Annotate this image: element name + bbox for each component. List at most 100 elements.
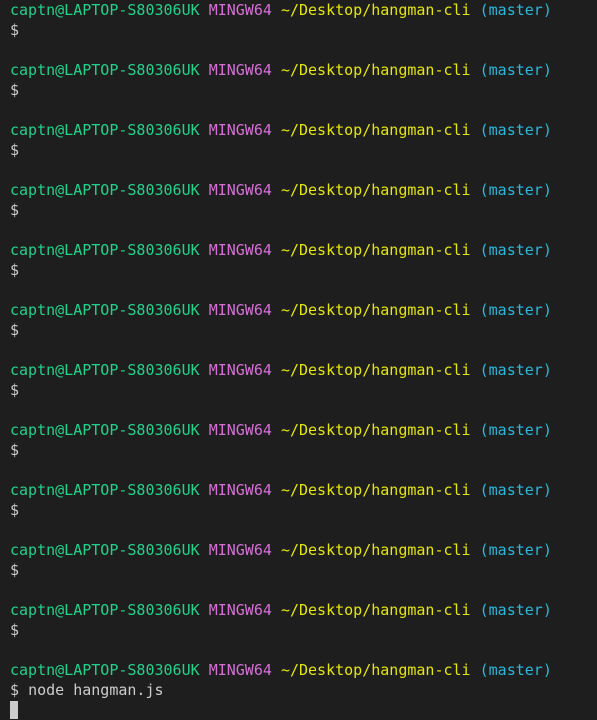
working-directory: ~/Desktop/hangman-cli [280, 421, 471, 439]
working-directory: ~/Desktop/hangman-cli [280, 301, 471, 319]
git-branch: (master) [479, 181, 552, 199]
prompt-header-line: captn@LAPTOP-S80306UK MINGW64 ~/Desktop/… [10, 180, 597, 200]
working-directory: ~/Desktop/hangman-cli [280, 241, 471, 259]
prompt-input-line: $ [10, 320, 597, 340]
prompt-symbol: $ [10, 261, 20, 279]
prompt-header-line: captn@LAPTOP-S80306UK MINGW64 ~/Desktop/… [10, 420, 597, 440]
prompt-input-line: $ [10, 200, 597, 220]
working-directory: ~/Desktop/hangman-cli [280, 361, 471, 379]
prompt-block: captn@LAPTOP-S80306UK MINGW64 ~/Desktop/… [10, 540, 597, 600]
prompt-input-line: $ [10, 440, 597, 460]
shell-name: MINGW64 [208, 241, 272, 259]
prompt-symbol: $ [10, 381, 20, 399]
git-branch: (master) [479, 301, 552, 319]
shell-name: MINGW64 [208, 61, 272, 79]
git-branch: (master) [479, 421, 552, 439]
prompt-block: captn@LAPTOP-S80306UK MINGW64 ~/Desktop/… [10, 420, 597, 480]
git-branch: (master) [479, 1, 552, 19]
user-host: captn@LAPTOP-S80306UK [10, 61, 200, 79]
prompt-symbol: $ [10, 21, 20, 39]
prompt-header-line: captn@LAPTOP-S80306UK MINGW64 ~/Desktop/… [10, 660, 597, 680]
working-directory: ~/Desktop/hangman-cli [280, 661, 471, 679]
prompt-block: captn@LAPTOP-S80306UK MINGW64 ~/Desktop/… [10, 60, 597, 120]
working-directory: ~/Desktop/hangman-cli [280, 61, 471, 79]
prompt-input-line: $ [10, 260, 597, 280]
shell-name: MINGW64 [208, 481, 272, 499]
user-host: captn@LAPTOP-S80306UK [10, 361, 200, 379]
prompt-header-line: captn@LAPTOP-S80306UK MINGW64 ~/Desktop/… [10, 600, 597, 620]
git-branch: (master) [479, 61, 552, 79]
shell-name: MINGW64 [208, 421, 272, 439]
prompt-header-line: captn@LAPTOP-S80306UK MINGW64 ~/Desktop/… [10, 480, 597, 500]
prompt-symbol: $ [10, 321, 20, 339]
prompt-symbol: $ [10, 621, 20, 639]
shell-name: MINGW64 [208, 1, 272, 19]
prompt-input-line: $ [10, 620, 597, 640]
prompt-symbol: $ [10, 141, 20, 159]
prompt-block: captn@LAPTOP-S80306UK MINGW64 ~/Desktop/… [10, 120, 597, 180]
prompt-header-line: captn@LAPTOP-S80306UK MINGW64 ~/Desktop/… [10, 360, 597, 380]
prompt-block: captn@LAPTOP-S80306UK MINGW64 ~/Desktop/… [10, 480, 597, 540]
shell-name: MINGW64 [208, 361, 272, 379]
prompt-block: captn@LAPTOP-S80306UK MINGW64 ~/Desktop/… [10, 180, 597, 240]
shell-name: MINGW64 [208, 301, 272, 319]
working-directory: ~/Desktop/hangman-cli [280, 1, 471, 19]
user-host: captn@LAPTOP-S80306UK [10, 421, 200, 439]
user-host: captn@LAPTOP-S80306UK [10, 241, 200, 259]
user-host: captn@LAPTOP-S80306UK [10, 601, 200, 619]
prompt-block: captn@LAPTOP-S80306UK MINGW64 ~/Desktop/… [10, 660, 597, 720]
git-branch: (master) [479, 241, 552, 259]
prompt-block: captn@LAPTOP-S80306UK MINGW64 ~/Desktop/… [10, 0, 597, 60]
user-host: captn@LAPTOP-S80306UK [10, 481, 200, 499]
shell-name: MINGW64 [208, 601, 272, 619]
user-host: captn@LAPTOP-S80306UK [10, 661, 200, 679]
prompt-header-line: captn@LAPTOP-S80306UK MINGW64 ~/Desktop/… [10, 60, 597, 80]
prompt-header-line: captn@LAPTOP-S80306UK MINGW64 ~/Desktop/… [10, 0, 597, 20]
shell-name: MINGW64 [208, 121, 272, 139]
working-directory: ~/Desktop/hangman-cli [280, 121, 471, 139]
prompt-input-line: $ [10, 500, 597, 520]
shell-name: MINGW64 [208, 181, 272, 199]
prompt-input-line: $ [10, 560, 597, 580]
prompt-input-line: $ [10, 380, 597, 400]
prompt-header-line: captn@LAPTOP-S80306UK MINGW64 ~/Desktop/… [10, 120, 597, 140]
working-directory: ~/Desktop/hangman-cli [280, 541, 471, 559]
user-host: captn@LAPTOP-S80306UK [10, 301, 200, 319]
user-host: captn@LAPTOP-S80306UK [10, 541, 200, 559]
git-branch: (master) [479, 361, 552, 379]
user-host: captn@LAPTOP-S80306UK [10, 121, 200, 139]
prompt-symbol: $ [10, 441, 20, 459]
prompt-header-line: captn@LAPTOP-S80306UK MINGW64 ~/Desktop/… [10, 300, 597, 320]
prompt-input-line: $ [10, 80, 597, 100]
working-directory: ~/Desktop/hangman-cli [280, 481, 471, 499]
prompt-symbol: $ [10, 681, 20, 699]
prompt-block: captn@LAPTOP-S80306UK MINGW64 ~/Desktop/… [10, 600, 597, 660]
user-host: captn@LAPTOP-S80306UK [10, 1, 200, 19]
git-branch: (master) [479, 481, 552, 499]
terminal-window[interactable]: captn@LAPTOP-S80306UK MINGW64 ~/Desktop/… [0, 0, 597, 720]
cursor-line[interactable] [10, 700, 597, 720]
prompt-symbol: $ [10, 81, 20, 99]
git-branch: (master) [479, 121, 552, 139]
working-directory: ~/Desktop/hangman-cli [280, 181, 471, 199]
prompt-block: captn@LAPTOP-S80306UK MINGW64 ~/Desktop/… [10, 300, 597, 360]
prompt-input-line: $ node hangman.js [10, 680, 597, 700]
prompt-input-line: $ [10, 20, 597, 40]
prompt-block: captn@LAPTOP-S80306UK MINGW64 ~/Desktop/… [10, 360, 597, 420]
prompt-symbol: $ [10, 201, 20, 219]
prompt-input-line: $ [10, 140, 597, 160]
git-branch: (master) [479, 541, 552, 559]
git-branch: (master) [479, 661, 552, 679]
prompt-header-line: captn@LAPTOP-S80306UK MINGW64 ~/Desktop/… [10, 240, 597, 260]
shell-name: MINGW64 [208, 541, 272, 559]
command-text: node hangman.js [28, 681, 164, 699]
user-host: captn@LAPTOP-S80306UK [10, 181, 200, 199]
text-cursor [10, 701, 18, 719]
prompt-symbol: $ [10, 501, 20, 519]
working-directory: ~/Desktop/hangman-cli [280, 601, 471, 619]
prompt-block: captn@LAPTOP-S80306UK MINGW64 ~/Desktop/… [10, 240, 597, 300]
prompt-symbol: $ [10, 561, 20, 579]
git-branch: (master) [479, 601, 552, 619]
shell-name: MINGW64 [208, 661, 272, 679]
prompt-header-line: captn@LAPTOP-S80306UK MINGW64 ~/Desktop/… [10, 540, 597, 560]
